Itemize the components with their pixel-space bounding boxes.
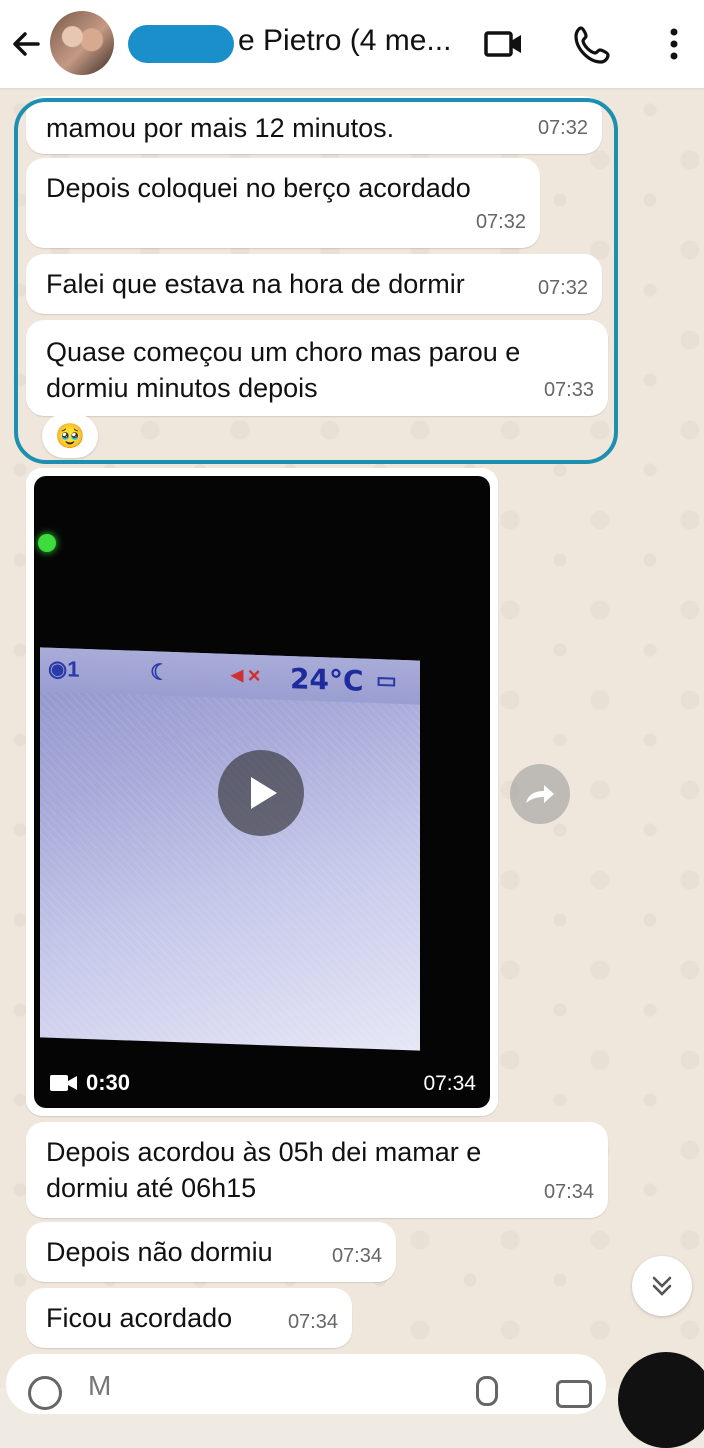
message-bubble[interactable]: Falei que estava na hora de dormir 07:32	[26, 254, 602, 314]
message-text: mamou por mais 12 minutos.	[46, 113, 395, 143]
message-reaction[interactable]: 🥹	[42, 414, 98, 458]
message-bubble[interactable]: Quase começou um choro mas parou e dormi…	[26, 320, 608, 416]
baby-monitor-screen: ◉1 ☾ ◄× 24°C ▭	[40, 647, 420, 1051]
message-time: 07:32	[537, 117, 588, 139]
chat-header: e Pietro (4 me...	[0, 0, 704, 88]
mute-icon: ◄×	[226, 661, 261, 689]
camera-icon[interactable]	[556, 1380, 592, 1408]
more-vertical-icon[interactable]	[654, 22, 698, 66]
monitor-temperature: 24°C	[290, 662, 364, 698]
video-camera-icon[interactable]	[482, 22, 526, 66]
message-bubble[interactable]: Depois coloquei no berço acordado 07:32	[26, 158, 540, 248]
video-duration-text: 0:30	[86, 1070, 131, 1095]
message-time: 07:32	[537, 277, 588, 299]
battery-icon: ▭	[376, 667, 397, 693]
message-time: 07:34	[287, 1311, 338, 1333]
message-text: Depois coloquei no berço acordado	[46, 173, 471, 203]
mic-button[interactable]	[618, 1352, 704, 1448]
redacted-name	[128, 25, 234, 63]
forward-icon[interactable]	[510, 764, 570, 824]
video-message[interactable]: ◉1 ☾ ◄× 24°C ▭ 0:30 07:34	[26, 468, 498, 1116]
contact-avatar[interactable]	[50, 11, 114, 75]
message-bubble[interactable]: Ficou acordado 07:34	[26, 1288, 352, 1348]
message-time: 07:34	[331, 1245, 382, 1267]
message-time: 07:32	[475, 211, 526, 233]
message-text: Falei que estava na hora de dormir	[46, 269, 465, 299]
play-icon[interactable]	[218, 750, 304, 836]
message-bubble[interactable]: mamou por mais 12 minutos. 07:32	[26, 96, 602, 154]
monitor-status-bar: ◉1 ☾ ◄× 24°C ▭	[40, 647, 420, 705]
monitor-led	[38, 534, 56, 552]
emoji-icon[interactable]	[28, 1376, 62, 1410]
message-bubble[interactable]: Depois acordou às 05h dei mamar e dormiu…	[26, 1122, 608, 1218]
message-bubble[interactable]: Depois não dormiu 07:34	[26, 1222, 396, 1282]
video-time: 07:34	[423, 1072, 476, 1095]
phone-icon[interactable]	[572, 22, 616, 66]
message-time: 07:33	[543, 379, 594, 401]
video-camera-icon	[50, 1075, 77, 1091]
message-text: Quase começou um choro mas parou e dormi…	[46, 337, 521, 403]
attach-icon[interactable]	[476, 1376, 498, 1406]
double-chevron-down-icon	[652, 1276, 672, 1296]
message-time: 07:34	[543, 1181, 594, 1203]
chat-title[interactable]: e Pietro (4 me...	[238, 24, 451, 58]
message-input[interactable]: M	[88, 1370, 111, 1402]
arrow-left-icon[interactable]	[8, 26, 44, 62]
message-text: Depois acordou às 05h dei mamar e dormiu…	[46, 1137, 482, 1203]
message-composer[interactable]: M	[6, 1354, 606, 1414]
video-thumbnail[interactable]: ◉1 ☾ ◄× 24°C ▭ 0:30 07:34	[34, 476, 490, 1108]
message-text: Depois não dormiu	[46, 1237, 273, 1267]
scroll-down-button[interactable]	[632, 1256, 692, 1316]
video-duration: 0:30	[50, 1070, 130, 1096]
moon-icon: ☾	[150, 659, 170, 685]
camera-1-icon: ◉1	[48, 655, 80, 682]
